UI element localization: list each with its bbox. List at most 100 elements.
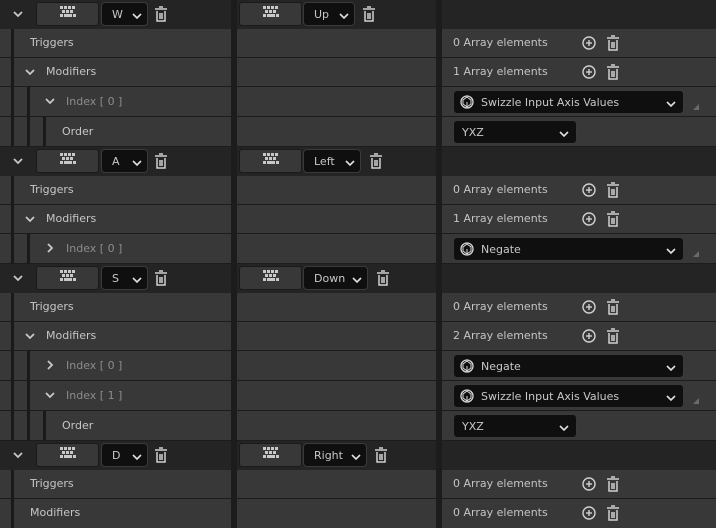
order-select[interactable]: YXZ — [453, 414, 577, 438]
expand-chevron-icon[interactable] — [44, 359, 56, 371]
keyboard-icon — [262, 6, 279, 22]
add-element-icon[interactable] — [582, 212, 596, 229]
trash-icon[interactable] — [369, 153, 383, 172]
chevron-down-icon — [351, 451, 361, 464]
tree-guide — [43, 411, 46, 440]
collapse-chevron-icon[interactable] — [12, 272, 24, 284]
chevron-down-icon — [345, 157, 355, 170]
keyboard-key-selector-button[interactable] — [239, 2, 302, 26]
modifier-value: Negate — [481, 360, 521, 373]
trash-icon[interactable] — [606, 328, 620, 347]
trash-icon[interactable] — [606, 182, 620, 201]
modifiers-row: Modifiers 1 Array elements — [0, 205, 716, 233]
add-element-icon[interactable] — [582, 300, 596, 317]
index-label: Index [ 1 ] — [66, 389, 123, 402]
chevron-down-icon — [132, 274, 142, 287]
trash-icon[interactable] — [606, 299, 620, 318]
modifier-select[interactable]: Negate — [453, 237, 684, 261]
collapse-chevron-icon[interactable] — [24, 213, 36, 225]
tree-guide — [11, 351, 14, 380]
trash-icon[interactable] — [606, 476, 620, 495]
modifier-select[interactable]: Negate — [453, 354, 684, 378]
keyboard-key-selector-button[interactable] — [239, 266, 302, 290]
key-value: A — [112, 155, 120, 168]
modifiers-row: Modifiers 1 Array elements — [0, 58, 716, 86]
tree-guide — [11, 470, 14, 498]
modifier-index-row: Index [ 0 ] Negate — [0, 234, 716, 263]
collapse-chevron-icon[interactable] — [12, 8, 24, 20]
keyboard-key-selector-button[interactable] — [239, 443, 302, 467]
keyboard-icon — [59, 447, 76, 463]
modifier-index-row: Index [ 1 ] Swizzle Input Axis Values — [0, 381, 716, 410]
tree-guide — [27, 234, 30, 263]
trash-icon[interactable] — [374, 447, 388, 466]
order-row: Order YXZ — [0, 117, 716, 146]
trash-icon[interactable] — [606, 35, 620, 54]
collapse-chevron-icon[interactable] — [12, 449, 24, 461]
key-value: W — [112, 8, 123, 21]
keyboard-key-selector-button[interactable] — [36, 149, 99, 173]
collapse-chevron-icon[interactable] — [12, 155, 24, 167]
key-combo[interactable]: D — [101, 443, 148, 467]
add-element-icon[interactable] — [582, 329, 596, 346]
keyboard-key-selector-button[interactable] — [239, 149, 302, 173]
trash-icon[interactable] — [606, 64, 620, 83]
tree-guide — [11, 58, 14, 86]
modifiers-count: 0 Array elements — [453, 506, 548, 519]
triggers-label: Triggers — [30, 183, 74, 196]
add-element-icon[interactable] — [582, 477, 596, 494]
order-label: Order — [62, 125, 94, 138]
resize-corner-icon — [693, 394, 699, 407]
keyboard-key-selector-button[interactable] — [36, 2, 99, 26]
keyboard-icon — [59, 6, 76, 22]
collapse-chevron-icon[interactable] — [24, 66, 36, 78]
chevron-down-icon — [666, 245, 676, 258]
triggers-count: 0 Array elements — [453, 183, 548, 196]
trash-icon[interactable] — [154, 270, 168, 289]
key-mapping-row: W Up — [0, 0, 716, 29]
modifier-value: Negate — [481, 243, 521, 256]
triggers-row: Triggers 0 Array elements — [0, 293, 716, 321]
chevron-down-icon — [666, 98, 676, 111]
keyboard-icon — [262, 270, 279, 286]
modifier-select[interactable]: Swizzle Input Axis Values — [453, 90, 684, 114]
trash-icon[interactable] — [154, 6, 168, 25]
action-combo[interactable]: Up — [303, 2, 355, 26]
add-element-icon[interactable] — [582, 506, 596, 523]
action-column: Up — [237, 0, 436, 29]
collapse-chevron-icon[interactable] — [24, 330, 36, 342]
action-combo[interactable]: Right — [303, 443, 367, 467]
modifier-index-row: Index [ 0 ] Negate — [0, 351, 716, 380]
trash-icon[interactable] — [606, 505, 620, 524]
expand-chevron-icon[interactable] — [44, 242, 56, 254]
add-element-icon[interactable] — [582, 183, 596, 200]
action-combo[interactable]: Down — [303, 266, 368, 290]
triggers-count: 0 Array elements — [453, 300, 548, 313]
triggers-label: Triggers — [30, 300, 74, 313]
keyboard-key-selector-button[interactable] — [36, 443, 99, 467]
trash-icon[interactable] — [154, 447, 168, 466]
modifiers-count: 1 Array elements — [453, 65, 548, 78]
action-combo[interactable]: Left — [303, 149, 361, 173]
keyboard-key-selector-button[interactable] — [36, 266, 99, 290]
tree-guide — [27, 117, 30, 146]
add-element-icon[interactable] — [582, 65, 596, 82]
key-combo[interactable]: A — [101, 149, 148, 173]
index-label: Index [ 0 ] — [66, 95, 123, 108]
tree-guide — [11, 29, 14, 57]
keyboard-icon — [262, 447, 279, 463]
key-combo[interactable]: S — [101, 266, 148, 290]
collapse-chevron-icon[interactable] — [44, 389, 56, 401]
add-element-icon[interactable] — [582, 36, 596, 53]
modifier-class-icon — [460, 359, 474, 376]
trash-icon[interactable] — [362, 6, 376, 25]
trash-icon[interactable] — [606, 211, 620, 230]
modifier-select[interactable]: Swizzle Input Axis Values — [453, 384, 684, 408]
trash-icon[interactable] — [154, 153, 168, 172]
order-select[interactable]: YXZ — [453, 120, 577, 144]
trash-icon[interactable] — [376, 270, 390, 289]
key-combo[interactable]: W — [101, 2, 148, 26]
modifiers-count: 2 Array elements — [453, 329, 548, 342]
tree-guide — [11, 293, 14, 321]
collapse-chevron-icon[interactable] — [44, 95, 56, 107]
